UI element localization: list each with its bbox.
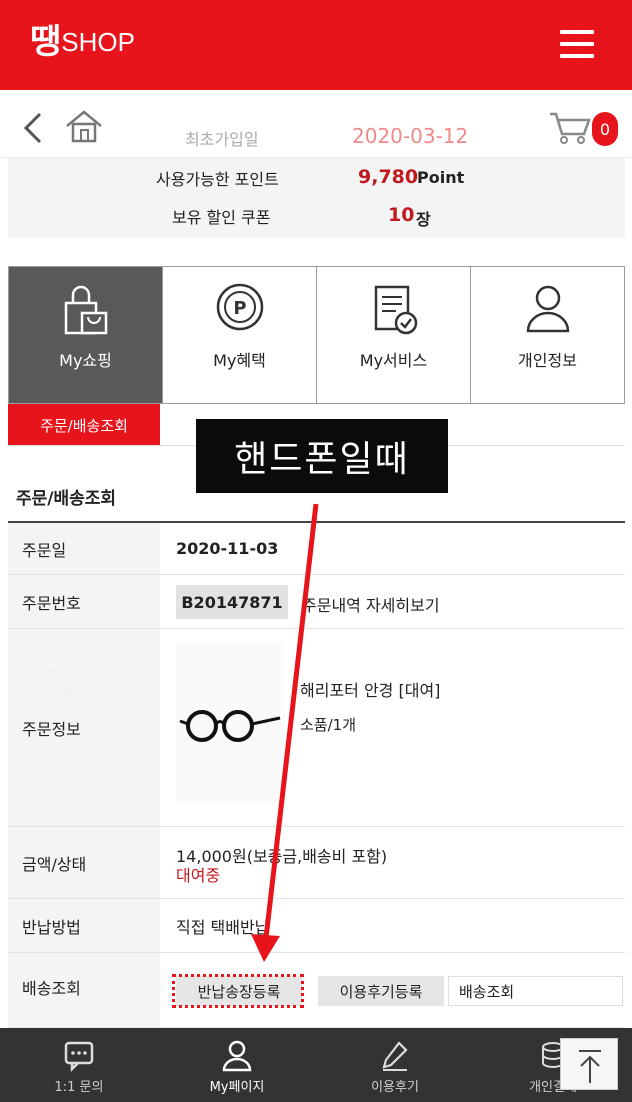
join-date-label: 최초가입일 [185,130,259,149]
arrow-up-icon [579,1050,601,1083]
order-date-value: 2020-11-03 [176,539,279,558]
cart-icon[interactable] [548,110,592,144]
person-icon [526,285,569,333]
tab-label: My쇼핑 [59,351,112,370]
tab-my-benefits[interactable]: P My혜택 [163,267,317,403]
delivery-track-button[interactable]: 배송조회 [448,976,623,1006]
delivery-label: 배송조회 [8,953,160,1027]
product-name[interactable]: 해리포터 안경 [대여] [300,677,440,701]
order-status: 대여중 [176,866,221,885]
annotation-callout: 핸드폰일때 [196,419,448,493]
return-method-value: 직접 택배반납 [176,918,270,937]
order-info-label: 주문정보 [8,629,160,826]
select-radio[interactable] [36,670,70,704]
order-detail-link[interactable]: 주문내역 자세히보기 [302,592,440,616]
section-title: 주문/배송조회 [16,489,117,509]
tab-label: My서비스 [359,351,428,370]
return-method-label: 반납방법 [8,899,160,952]
app-header: 땡 SHOP [0,0,632,90]
review-register-button[interactable]: 이용후기등록 [318,976,444,1006]
coupon-label: 보유 할인 쿠폰 [172,208,271,227]
order-date-label: 주문일 [8,523,160,574]
bottom-nav: 1:1 문의 My페이지 이용후기 개인결제 [0,1028,632,1102]
logo-mark: 땡 [30,22,61,62]
nav-label: 1:1 문의 [54,1080,104,1095]
pencil-icon [382,1041,408,1071]
annotation-highlight-box [172,974,304,1008]
service-document-icon [374,285,417,335]
nav-reviews[interactable]: 이용후기 [316,1028,474,1102]
product-image[interactable] [176,642,284,804]
subtab-order-delivery[interactable]: 주문/배송조회 [8,404,160,446]
return-method-row: 반납방법 [8,899,625,953]
cart-count-badge: 0 [592,112,618,146]
tab-personal-info[interactable]: 개인정보 [471,267,624,403]
nav-label: My페이지 [209,1080,265,1095]
svg-text:P: P [233,298,246,319]
product-quantity: 소품/1개 [300,716,356,734]
nav-inquiry[interactable]: 1:1 문의 [0,1028,158,1102]
coupon-value: 10 [388,204,415,226]
tab-label: My혜택 [213,351,266,370]
order-number-value: B20147871 [176,585,288,619]
shop-logo[interactable]: 땡 SHOP [30,22,135,62]
logo-text: SHOP [61,27,135,57]
amount-label: 금액/상태 [8,827,160,898]
coupon-unit: 장 [416,210,431,229]
tab-my-shopping[interactable]: My쇼핑 [9,267,163,403]
shopping-bag-icon [64,285,107,335]
points-label: 사용가능한 포인트 [156,170,279,189]
back-arrow-icon[interactable] [18,110,48,146]
tab-label: 개인정보 [518,351,577,370]
nav-mypage[interactable]: My페이지 [158,1028,316,1102]
join-date-value: 2020-03-12 [352,124,469,148]
point-coin-icon: P [216,283,263,331]
nav-bar: 최초가입일 2020-03-12 [0,90,632,158]
tab-my-service[interactable]: My서비스 [317,267,471,403]
points-unit: Point [417,168,465,187]
person-icon [222,1040,252,1072]
order-date-row: 주문일 2020-11-03 [8,523,625,575]
nav-label: 이용후기 [371,1080,419,1095]
chat-icon [64,1041,94,1072]
home-icon[interactable] [64,108,104,144]
order-number-label: 주문번호 [8,575,160,628]
menu-icon[interactable] [560,30,594,58]
points-value: 9,780 [358,166,419,188]
scroll-to-top-button[interactable] [560,1038,618,1090]
benefit-summary: 사용가능한 포인트 9,780 Point 보유 할인 쿠폰 10 장 [8,158,625,238]
mypage-tabs: My쇼핑 P My혜택 My서비스 개인정보 [8,266,625,404]
